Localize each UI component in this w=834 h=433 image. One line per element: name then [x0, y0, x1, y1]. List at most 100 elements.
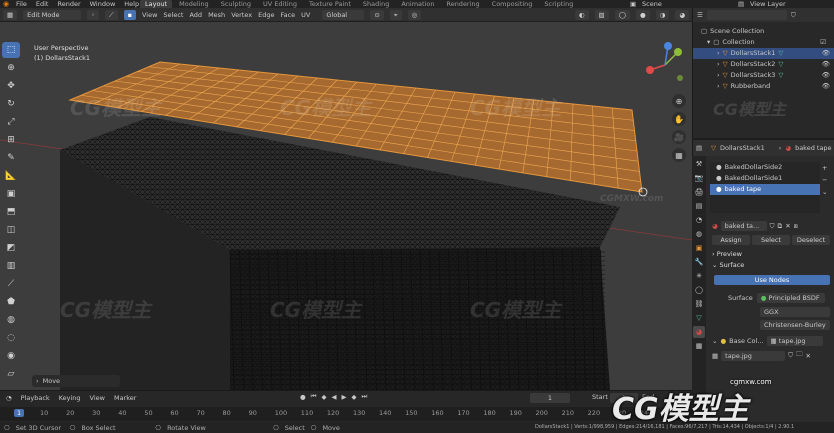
surface-shader-field[interactable]: ● Principled BSDF	[756, 293, 825, 303]
select-box-tool-icon[interactable]: ⬚	[2, 42, 20, 58]
base-color-texture-field[interactable]: ▦ tape.jpg	[766, 336, 823, 346]
properties-editor-icon[interactable]: ▤	[696, 144, 702, 152]
outliner-item-rubberband[interactable]: › ▽ Rubberband 👁	[693, 81, 834, 92]
shrink-fatten-tool-icon[interactable]: ◉	[2, 348, 20, 364]
link-icon[interactable]: ⧈	[794, 222, 798, 231]
zoom-icon[interactable]: ⊕	[672, 94, 686, 108]
shading-rendered-icon[interactable]: ◕	[675, 9, 689, 20]
tab-render-icon[interactable]: 📷	[693, 172, 705, 184]
camera-view-icon[interactable]: 🎥	[672, 130, 686, 144]
shear-tool-icon[interactable]: ▱	[2, 366, 20, 382]
close-icon[interactable]: ✕	[806, 352, 811, 360]
tab-layout[interactable]: Layout	[140, 0, 173, 8]
spin-tool-icon[interactable]: ◍	[2, 312, 20, 328]
menu-window[interactable]: Window	[90, 0, 116, 8]
scene-icon[interactable]: ▣	[630, 0, 636, 8]
smooth-tool-icon[interactable]: ◌	[2, 330, 20, 346]
edge-select-mode-button[interactable]: ⟋	[105, 9, 118, 20]
copy-icon[interactable]: ⧉	[778, 222, 783, 231]
poly-build-tool-icon[interactable]: ⬟	[2, 294, 20, 310]
timeline-view-menu[interactable]: View	[90, 394, 105, 402]
transform-tool-icon[interactable]: ⊞	[2, 132, 20, 148]
blender-logo-icon[interactable]: ◉	[3, 0, 9, 8]
tab-texture-paint[interactable]: Texture Paint	[304, 0, 356, 8]
tab-material-icon[interactable]: ◕	[693, 326, 705, 338]
fake-user-icon[interactable]: ⛉	[770, 222, 775, 231]
loop-cut-tool-icon[interactable]: ▥	[2, 258, 20, 274]
preview-section[interactable]: › Preview	[708, 249, 834, 260]
chevron-right-icon[interactable]: ›	[717, 59, 720, 70]
vertex-menu[interactable]: Vertex	[231, 11, 252, 19]
add-cube-tool-icon[interactable]: ▣	[2, 186, 20, 202]
tab-particles-icon[interactable]: ✳	[693, 270, 705, 282]
keying-menu[interactable]: Keying	[59, 394, 81, 402]
deselect-button[interactable]: Deselect	[792, 235, 830, 245]
distribution-dropdown[interactable]: GGX	[760, 307, 830, 317]
mesh-menu[interactable]: Mesh	[208, 11, 225, 19]
tab-constraints-icon[interactable]: ⛓	[693, 298, 705, 310]
material-browse-icon[interactable]: ◕	[712, 222, 718, 230]
overlay-icon[interactable]: ◐	[574, 9, 589, 20]
chevron-right-icon[interactable]: ›	[717, 81, 720, 92]
tab-animation[interactable]: Animation	[396, 0, 439, 8]
surface-section[interactable]: ⌄ Surface	[708, 260, 834, 271]
jump-start-icon[interactable]: ⏮	[311, 392, 317, 401]
tab-shading[interactable]: Shading	[358, 0, 394, 8]
shading-material-icon[interactable]: ◑	[655, 9, 670, 20]
chevron-down-icon[interactable]: ▾	[707, 37, 710, 48]
chevron-right-icon[interactable]: ›	[717, 70, 720, 81]
tab-scripting[interactable]: Scripting	[539, 0, 578, 8]
measure-tool-icon[interactable]: 📐	[2, 168, 20, 184]
shading-wireframe-icon[interactable]: ◯	[614, 9, 630, 20]
tab-modeling[interactable]: Modeling	[174, 0, 214, 8]
eye-icon[interactable]: 👁	[822, 48, 830, 59]
outliner-item-dollarsstack2[interactable]: › ▽ DollarsStack2 ▽ 👁	[693, 59, 834, 70]
uv-menu[interactable]: UV	[301, 11, 310, 19]
prev-key-icon[interactable]: ◆	[322, 393, 327, 401]
shading-solid-icon[interactable]: ●	[635, 9, 650, 20]
select-menu[interactable]: Select	[163, 11, 183, 19]
tab-compositing[interactable]: Compositing	[487, 0, 538, 8]
extrude-tool-icon[interactable]: ⬒	[2, 204, 20, 220]
folder-icon[interactable]: 🗀	[796, 350, 803, 361]
image-browse-icon[interactable]: ▦	[712, 352, 718, 360]
tab-view-layer-icon[interactable]: ▤	[693, 200, 705, 212]
face-select-mode-button[interactable]: ▪	[123, 9, 136, 20]
editor-type-icon[interactable]: ▦	[3, 9, 18, 20]
scene-name[interactable]: Scene	[642, 0, 662, 8]
outliner-scene-collection[interactable]: ▢ Scene Collection	[693, 26, 834, 37]
menu-edit[interactable]: Edit	[36, 0, 49, 8]
bevel-tool-icon[interactable]: ◩	[2, 240, 20, 256]
mode-selector[interactable]: Edit Mode	[23, 9, 82, 20]
tab-data-icon[interactable]: ▽	[693, 312, 705, 324]
3d-viewport[interactable]: User Perspective (1) DollarsStack1 CG模型主…	[0, 22, 692, 390]
tab-tool-icon[interactable]: ⚒	[693, 158, 705, 170]
snap-icon[interactable]: ⌖	[389, 9, 402, 20]
playback-menu[interactable]: Playback	[21, 394, 50, 402]
rotate-tool-icon[interactable]: ↻	[2, 96, 20, 112]
play-reverse-icon[interactable]: ◀	[332, 393, 337, 401]
last-operator-panel[interactable]: › Move	[32, 375, 120, 387]
perspective-toggle-icon[interactable]: ▦	[672, 148, 686, 162]
scale-tool-icon[interactable]: ⤢	[2, 114, 20, 130]
menu-help[interactable]: Help	[124, 0, 139, 8]
proportional-edit-icon[interactable]: ◎	[407, 9, 422, 20]
tab-modifier-icon[interactable]: 🔧	[693, 256, 705, 268]
chevron-down-icon[interactable]: ⌄	[712, 337, 717, 345]
next-key-icon[interactable]: ◆	[352, 393, 357, 401]
pan-hand-icon[interactable]: ✋	[672, 112, 686, 126]
select-button[interactable]: Select	[752, 235, 790, 245]
tab-uv-editing[interactable]: UV Editing	[258, 0, 302, 8]
chevron-right-icon[interactable]: ›	[717, 48, 720, 59]
view-menu[interactable]: View	[142, 11, 157, 19]
axis-gizmo-icon[interactable]	[640, 40, 690, 90]
subsurface-method-dropdown[interactable]: Christensen-Burley	[760, 320, 830, 330]
outliner-item-dollarsstack3[interactable]: › ▽ DollarsStack3 ▽ 👁	[693, 70, 834, 81]
navigation-gizmo[interactable]	[640, 40, 690, 90]
cursor-tool-icon[interactable]: ⊕	[2, 60, 20, 76]
record-icon[interactable]: ●	[300, 393, 306, 401]
menu-render[interactable]: Render	[57, 0, 80, 8]
tab-texture-icon[interactable]: ▦	[693, 340, 705, 352]
view-layer-name[interactable]: View Layer	[750, 0, 786, 8]
tab-object-icon[interactable]: ▣	[693, 242, 705, 254]
